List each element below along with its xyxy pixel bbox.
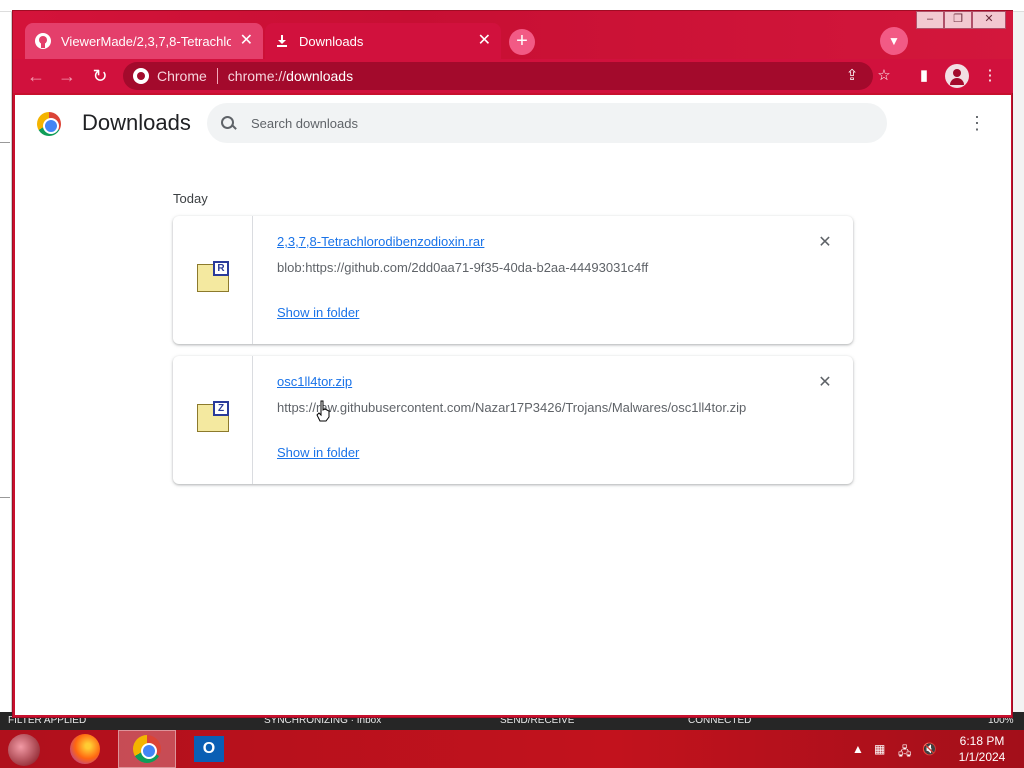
taskbar: O ▲ ▦ 🖧 🔇 6:18 PM 1/1/2024 [0, 730, 1024, 768]
omnibox-separator [216, 68, 218, 84]
address-bar[interactable]: Chrome chrome://downloads [123, 62, 873, 90]
download-item: Z osc1ll4tor.zip https://raw.githubuserc… [173, 356, 853, 484]
volume-muted-icon[interactable]: 🔇 [922, 742, 937, 756]
tab-github[interactable]: ViewerMade/2,3,7,8-Tetrachlorodibenzodio… [25, 23, 263, 59]
remove-download-icon[interactable]: ✕ [815, 233, 835, 253]
url-host: chrome:// [227, 68, 287, 84]
archive-badge: R [213, 261, 229, 276]
file-icon-column: Z [173, 356, 253, 484]
taskbar-firefox[interactable] [56, 730, 114, 768]
tab-downloads[interactable]: Downloads ✕ [265, 23, 501, 59]
url-path: downloads [286, 68, 354, 84]
minimize-button[interactable]: – [916, 11, 944, 29]
close-icon[interactable]: ✕ [478, 33, 491, 49]
tab-title: Downloads [299, 33, 364, 49]
file-source-url: blob:https://github.com/2dd0aa71-9f35-40… [277, 260, 649, 275]
search-input[interactable] [251, 115, 851, 131]
github-icon [35, 33, 51, 49]
download-icon [277, 35, 287, 47]
new-tab-button[interactable]: + [509, 29, 535, 55]
chrome-icon [133, 68, 149, 84]
rar-archive-icon: R [197, 261, 229, 292]
taskbar-outlook[interactable]: O [180, 730, 238, 768]
download-item: R 2,3,7,8-Tetrachlorodibenzodioxin.rar b… [173, 216, 853, 344]
bookmark-star-icon[interactable]: ☆ [873, 65, 895, 87]
show-in-folder-link[interactable]: Show in folder [277, 445, 359, 460]
zip-archive-icon: Z [197, 401, 229, 432]
clock-date: 1/1/2024 [958, 750, 1006, 764]
menu-kebab-icon[interactable]: ⋮ [979, 65, 1001, 87]
start-button[interactable] [8, 734, 40, 766]
file-name-link[interactable]: osc1ll4tor.zip [277, 374, 352, 389]
downloads-page: Downloads ⋮ Today R 2,3,7,8-Tetrachlorod… [15, 95, 1011, 715]
chrome-icon [133, 735, 161, 763]
side-panel-icon[interactable]: ▮ [913, 65, 935, 87]
search-icon [221, 116, 235, 130]
tab-search-button[interactable]: ▼ [880, 27, 908, 55]
close-icon[interactable]: ✕ [240, 33, 253, 49]
action-center-icon[interactable]: ▦ [874, 742, 885, 756]
tab-strip: ViewerMade/2,3,7,8-Tetrachlorodibenzodio… [13, 11, 1013, 59]
taskbar-chrome[interactable] [118, 730, 176, 768]
chrome-window: ViewerMade/2,3,7,8-Tetrachlorodibenzodio… [12, 10, 1013, 718]
remove-download-icon[interactable]: ✕ [815, 373, 835, 393]
back-button[interactable]: ← [25, 65, 47, 87]
search-box[interactable] [207, 103, 887, 143]
background-left-strip [0, 12, 12, 712]
page-title: Downloads [82, 110, 191, 135]
profile-avatar[interactable] [945, 64, 969, 88]
file-icon-column: R [173, 216, 253, 344]
date-section-label: Today [173, 191, 208, 206]
firefox-icon [70, 734, 100, 764]
system-clock[interactable]: 6:18 PM 1/1/2024 [952, 733, 1012, 765]
hand-cursor-icon [316, 400, 330, 422]
share-icon[interactable]: ⇪ [841, 65, 863, 87]
outlook-icon: O [194, 736, 224, 762]
file-source-url: https://raw.githubusercontent.com/Nazar1… [277, 400, 747, 415]
toolbar: ← → ↻ Chrome chrome://downloads ⇪ ☆ ▮ ⋮ [13, 59, 1013, 93]
chrome-logo-icon [37, 112, 61, 136]
clock-time: 6:18 PM [959, 734, 1005, 748]
reload-button[interactable]: ↻ [89, 65, 111, 87]
tab-title: ViewerMade/2,3,7,8-Tetrachlorodibenzodio… [61, 33, 231, 49]
show-hidden-icons-icon[interactable]: ▲ [852, 742, 864, 756]
network-icon[interactable]: 🖧 [898, 742, 911, 763]
show-in-folder-link[interactable]: Show in folder [277, 305, 359, 320]
forward-button[interactable]: → [56, 65, 78, 87]
file-name-link[interactable]: 2,3,7,8-Tetrachlorodibenzodioxin.rar [277, 234, 484, 249]
close-window-button[interactable]: ✕ [972, 11, 1006, 29]
archive-badge: Z [213, 401, 229, 416]
site-label: Chrome [157, 68, 207, 84]
maximize-button[interactable]: ❐ [944, 11, 972, 29]
more-actions-icon[interactable]: ⋮ [967, 114, 987, 139]
